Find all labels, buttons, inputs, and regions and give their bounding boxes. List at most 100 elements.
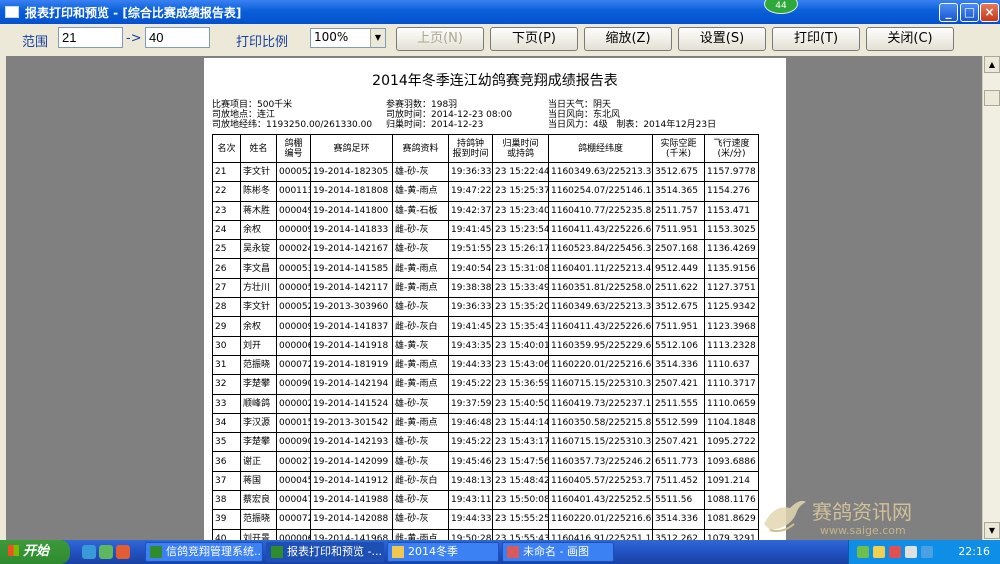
- table-cell: 5512.599: [652, 412, 705, 434]
- table-cell: 23 15:36:59: [492, 374, 549, 395]
- column-header: 飞行速度 (米/分): [704, 134, 759, 163]
- next-page-button[interactable]: 下页(P): [490, 27, 578, 51]
- range-from-input[interactable]: [58, 27, 123, 48]
- table-cell: 1160351.81/225258.0: [548, 277, 653, 299]
- table-cell: 19-2014-142099: [310, 451, 393, 472]
- table-cell: 19-2013-301542: [310, 412, 393, 434]
- zoom-button[interactable]: 缩放(Z): [584, 27, 672, 51]
- range-to-input[interactable]: [145, 27, 210, 48]
- app-quicklaunch-icon[interactable]: [99, 545, 113, 559]
- table-cell: 雄-黄-灰: [392, 335, 449, 356]
- table-cell: 1160419.73/225237.1: [548, 393, 653, 414]
- table-cell: 19:51:55: [448, 239, 493, 260]
- table-cell: 19:47:22: [448, 181, 493, 202]
- table-cell: 1153.3025: [704, 219, 759, 241]
- task-item-folder[interactable]: 2014冬季: [387, 542, 499, 562]
- table-cell: 29: [212, 316, 241, 337]
- print-button[interactable]: 打印(T): [772, 27, 860, 51]
- table-cell: 1125.9342: [704, 297, 759, 318]
- watermark-url: www.saige.com: [820, 524, 906, 537]
- ie-quicklaunch-icon[interactable]: [82, 545, 96, 559]
- scroll-up-icon[interactable]: ▲: [984, 56, 1000, 73]
- table-cell: 19-2014-182305: [310, 161, 393, 183]
- maximize-button[interactable]: □: [960, 3, 979, 22]
- table-cell: 雄-砂-灰: [392, 297, 449, 318]
- table-cell: 雄-砂-灰: [392, 239, 449, 260]
- table-cell: 19:41:45: [448, 316, 493, 337]
- task-item-paint[interactable]: 未命名 - 画图: [502, 542, 614, 562]
- vertical-scrollbar[interactable]: ▲ ▼: [982, 56, 1000, 540]
- table-cell: 23 15:33:49: [492, 277, 549, 299]
- clock[interactable]: 22:16: [958, 545, 990, 558]
- table-cell: 范振晓: [240, 354, 277, 376]
- task-item-report-preview[interactable]: 报表打印和预览 -...: [266, 542, 384, 562]
- table-cell: 40: [212, 528, 241, 540]
- print-scale-select[interactable]: 100% ▼: [310, 28, 386, 48]
- table-cell: 27: [212, 277, 241, 299]
- table-cell: 1160359.95/225229.6: [548, 335, 653, 356]
- table-cell: 19-2014-141918: [310, 335, 393, 356]
- tray-app-icon[interactable]: [889, 546, 901, 558]
- table-cell: 1160401.11/225213.4: [548, 258, 653, 279]
- column-header: 鸽棚 编号: [276, 134, 311, 163]
- table-cell: 19-2014-142167: [310, 239, 393, 260]
- info-block-middle: 参赛羽数：198羽 司放时间：2014-12-23 08:00 归巢时间：201…: [386, 100, 512, 130]
- table-cell: 蒋木胜: [240, 200, 277, 221]
- table-cell: 000005: [276, 277, 311, 299]
- table-cell: 3512.262: [652, 528, 705, 540]
- info-release-time: 司放时间：2014-12-23 08:00: [386, 110, 513, 120]
- table-cell: 19:36:33: [448, 161, 493, 183]
- table-cell: 19-2014-141988: [310, 490, 393, 511]
- table-cell: 30: [212, 335, 241, 356]
- table-cell: 1153.471: [704, 200, 759, 221]
- table-cell: 19-2014-142117: [310, 277, 393, 299]
- table-cell: 19:45:22: [448, 374, 493, 395]
- table-cell: 000053: [276, 258, 311, 279]
- table-cell: 24: [212, 219, 241, 241]
- column-header: 归巢时间 或持鸽: [492, 134, 549, 163]
- table-cell: 23: [212, 200, 241, 221]
- prev-page-button[interactable]: 上页(N): [396, 27, 484, 51]
- table-cell: 23 15:44:14: [492, 412, 549, 434]
- task-item-pigeon-system[interactable]: 信鸽竞翔管理系统...: [145, 542, 263, 562]
- table-cell: 蔡宏良: [240, 490, 277, 511]
- scroll-thumb[interactable]: [984, 90, 1000, 106]
- table-row: 31 范振晓 000072 19-2014-181919 雌-黄-雨点 19:44:33 2…: [212, 354, 759, 376]
- info-block-right: 当日天气：阴天 当日风向：东北风 当日风力：4级 制表：2014年12月23日: [548, 100, 716, 130]
- close-button[interactable]: 关闭(C): [866, 27, 954, 51]
- close-window-button[interactable]: ×: [980, 3, 999, 22]
- tray-im-icon[interactable]: [921, 546, 933, 558]
- table-cell: 刘开: [240, 335, 277, 356]
- tray-network-icon[interactable]: [857, 546, 869, 558]
- minimize-button[interactable]: _: [939, 3, 958, 22]
- table-cell: 1135.9156: [704, 258, 759, 279]
- start-button[interactable]: 开始: [0, 540, 70, 564]
- table-cell: 5512.106: [652, 335, 705, 356]
- table-cell: 刘开景: [240, 528, 277, 540]
- table-cell: 1160349.63/225213.3: [548, 161, 653, 183]
- column-header: 鸽棚经纬度: [548, 134, 653, 163]
- table-cell: 19-2014-141968: [310, 528, 393, 540]
- app2-quicklaunch-icon[interactable]: [116, 545, 130, 559]
- table-cell: 19:43:35: [448, 335, 493, 356]
- table-cell: 19:41:45: [448, 219, 493, 241]
- table-cell: 19-2013-303960: [310, 297, 393, 318]
- scroll-down-icon[interactable]: ▼: [984, 522, 1000, 539]
- table-cell: 23 15:40:01: [492, 335, 549, 356]
- app-icon: [5, 6, 19, 18]
- table-cell: 19-2014-142194: [310, 374, 393, 395]
- tray-security-icon[interactable]: [873, 546, 885, 558]
- table-cell: 1160401.43/225252.5: [548, 490, 653, 511]
- tray-volume-icon[interactable]: [905, 546, 917, 558]
- table-cell: 23 15:23:40: [492, 200, 549, 221]
- table-cell: 2511.757: [652, 200, 705, 221]
- table-cell: 1113.2328: [704, 335, 759, 356]
- setup-button[interactable]: 设置(S): [678, 27, 766, 51]
- dropdown-arrow-icon[interactable]: ▼: [370, 29, 385, 47]
- table-cell: 1160410.77/225235.8: [548, 200, 653, 221]
- table-cell: 3514.336: [652, 509, 705, 530]
- table-cell: 19-2014-141800: [310, 200, 393, 221]
- report-title: 2014年冬季连江幼鸽赛竞翔成绩报告表: [372, 73, 618, 89]
- table-cell: 23 15:43:17: [492, 432, 549, 453]
- table-cell: 1160715.15/225310.3: [548, 374, 653, 395]
